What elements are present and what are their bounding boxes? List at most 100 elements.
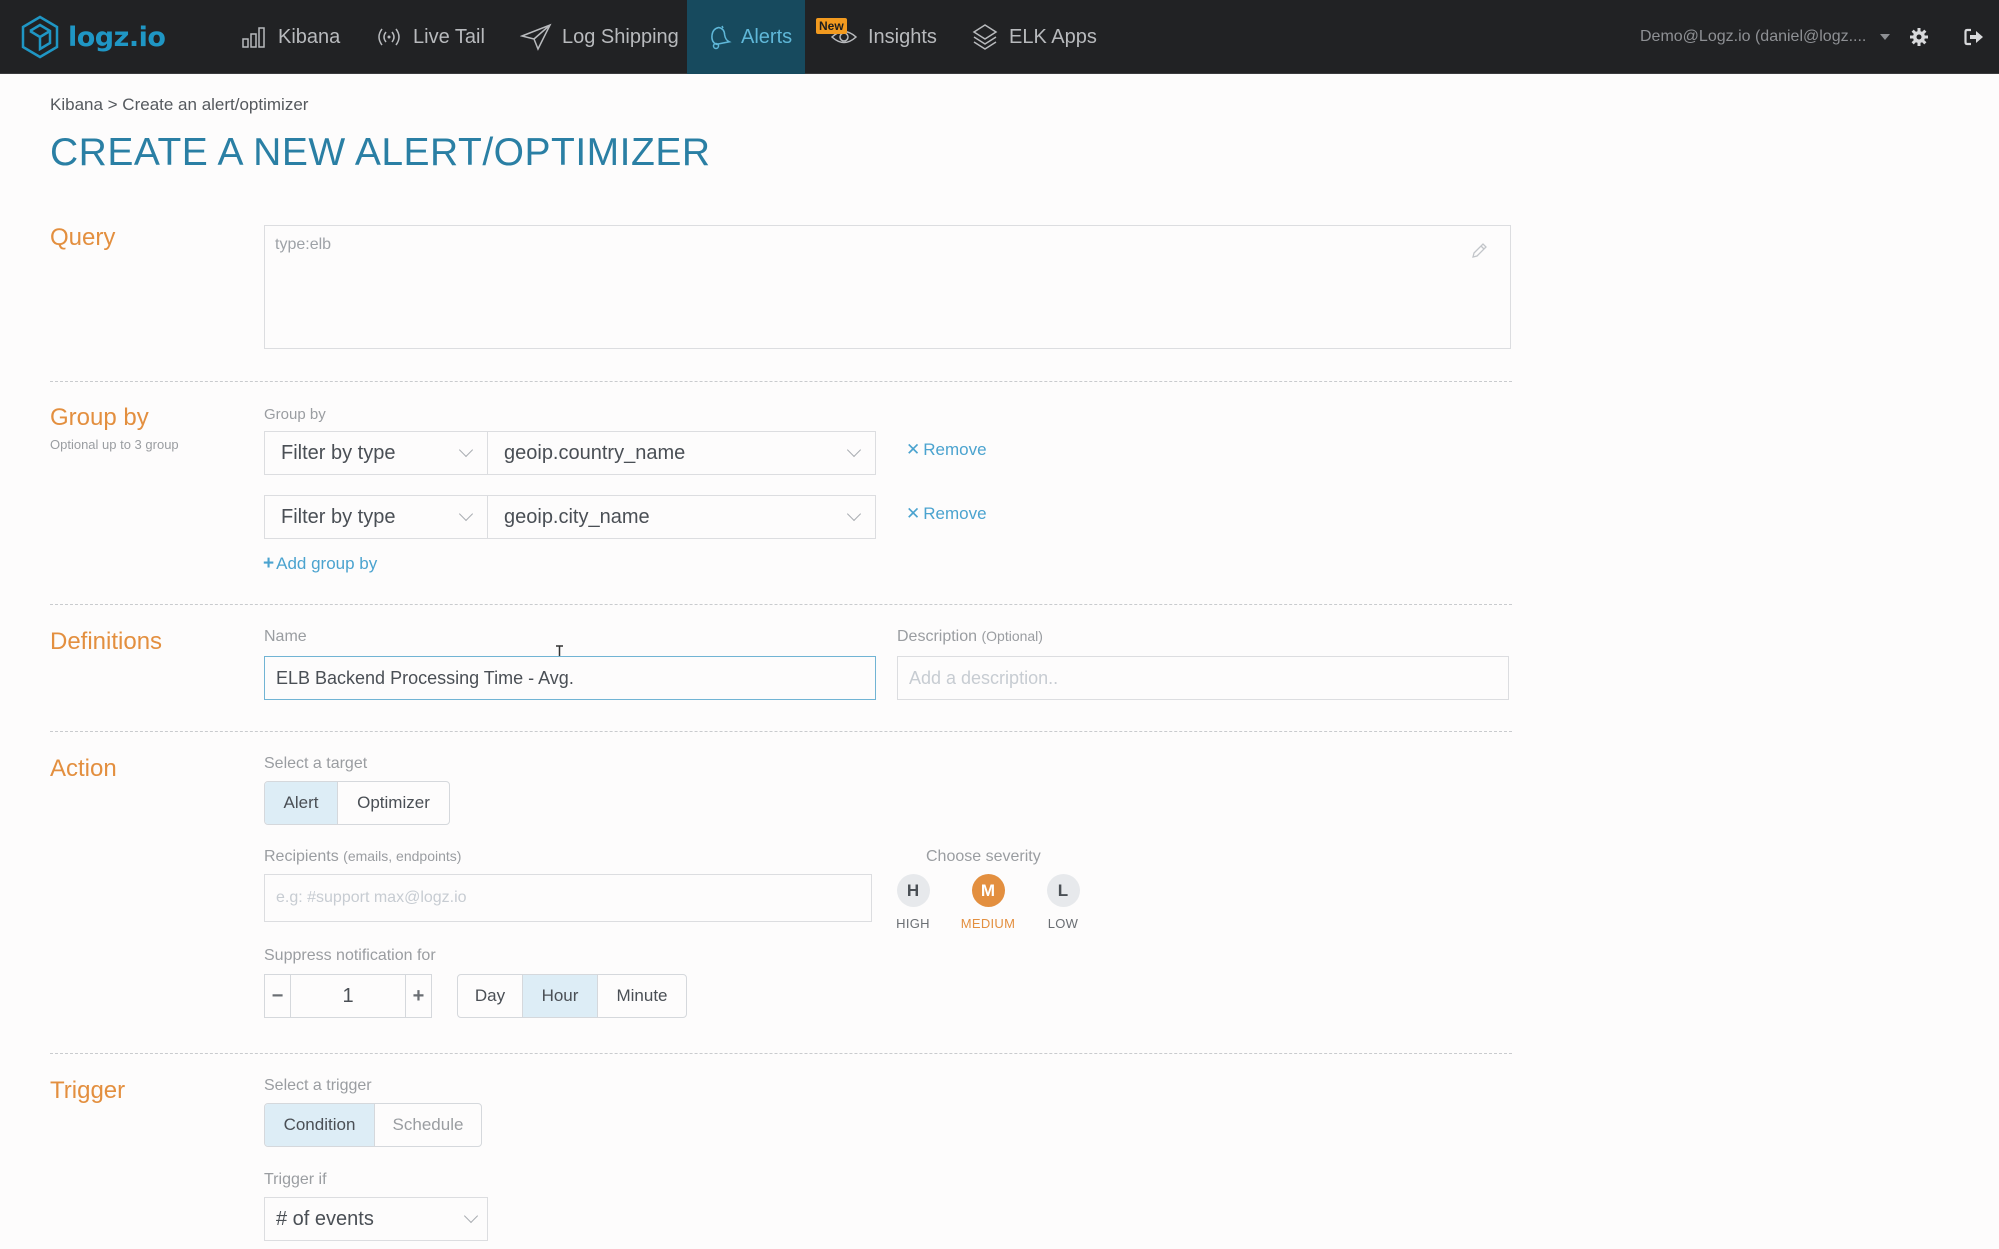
target-optimizer-button[interactable]: Optimizer <box>338 782 449 824</box>
nav-item-log-shipping[interactable]: Log Shipping <box>520 0 679 74</box>
query-editor[interactable]: type:elb <box>264 225 1511 349</box>
layers-icon <box>971 23 999 51</box>
user-label: Demo@Logz.io (daniel@logz.... <box>1640 28 1867 45</box>
nav-label: Alerts <box>741 25 793 48</box>
group-type-select-2[interactable]: Filter by type <box>264 495 488 539</box>
remove-group-button-1[interactable]: ✕ Remove <box>906 440 987 460</box>
close-icon: ✕ <box>906 440 921 459</box>
nav-label: Insights <box>868 25 937 48</box>
top-navbar: logz.io Kibana Live Tail Log Shipping Al… <box>0 0 1999 74</box>
logo-text: logz.io <box>68 21 166 53</box>
group-field-select-2[interactable]: geoip.city_name <box>487 495 876 539</box>
unit-minute-button[interactable]: Minute <box>598 975 686 1017</box>
section-label-group-by: Group by <box>50 404 149 431</box>
trigger-condition-button[interactable]: Condition <box>265 1104 375 1146</box>
broadcast-icon <box>375 23 403 51</box>
nav-item-kibana[interactable]: Kibana <box>240 0 340 74</box>
chevron-down-icon <box>458 442 474 458</box>
logo[interactable]: logz.io <box>20 14 166 60</box>
bell-icon <box>705 23 733 51</box>
remove-group-button-2[interactable]: ✕ Remove <box>906 504 987 524</box>
select-value: Filter by type <box>281 505 396 528</box>
section-label-query: Query <box>50 224 116 251</box>
trigger-if-select[interactable]: # of events <box>264 1197 488 1241</box>
suppress-value-input[interactable]: 1 <box>290 975 406 1017</box>
add-group-by-button[interactable]: + Add group by <box>263 553 377 575</box>
description-input[interactable]: Add a description.. <box>897 656 1509 700</box>
logout-icon <box>1964 28 1983 46</box>
group-type-select-1[interactable]: Filter by type <box>264 431 488 475</box>
query-text: type:elb <box>275 236 332 253</box>
target-selector: Alert Optimizer <box>264 781 450 825</box>
increment-button[interactable]: + <box>406 975 431 1017</box>
suppress-label: Suppress notification for <box>264 947 436 964</box>
paper-plane-icon <box>520 23 552 51</box>
input-placeholder: e.g: #support max@logz.io <box>276 889 467 906</box>
nav-item-insights[interactable]: Insights <box>830 0 937 74</box>
chevron-down-icon <box>463 1208 479 1224</box>
logout-button[interactable] <box>1961 24 1987 50</box>
section-label-definitions: Definitions <box>50 628 163 655</box>
group-field-select-1[interactable]: geoip.country_name <box>487 431 876 475</box>
remove-label: Remove <box>923 504 987 523</box>
severity-label-text: LOW <box>1047 916 1079 931</box>
text-cursor-icon <box>556 645 563 656</box>
select-value: geoip.city_name <box>504 505 650 528</box>
select-value: Filter by type <box>281 441 396 464</box>
severity-circle: M <box>971 874 1005 907</box>
edit-query-button[interactable] <box>1470 242 1488 265</box>
settings-button[interactable] <box>1906 24 1932 50</box>
chevron-down-icon <box>458 506 474 522</box>
target-alert-button[interactable]: Alert <box>265 782 338 824</box>
suppress-unit-selector: Day Hour Minute <box>457 974 687 1018</box>
bar-chart-icon <box>240 23 268 51</box>
severity-low[interactable]: L LOW <box>1028 874 1098 931</box>
select-value: geoip.country_name <box>504 441 686 464</box>
name-label: Name <box>264 628 307 645</box>
severity-circle: H <box>896 874 930 907</box>
severity-circle: L <box>1046 874 1080 907</box>
optional-hint: (Optional) <box>981 628 1043 644</box>
nav-item-live-tail[interactable]: Live Tail <box>375 0 485 74</box>
select-value: # of events <box>276 1207 374 1230</box>
suppress-stepper: − 1 + <box>264 974 432 1018</box>
section-label-trigger: Trigger <box>50 1077 126 1104</box>
nav-label: Live Tail <box>413 25 485 48</box>
section-divider <box>50 381 1512 382</box>
severity-medium[interactable]: M MEDIUM <box>953 874 1023 931</box>
alert-name-input[interactable]: ELB Backend Processing Time - Avg. <box>264 656 876 700</box>
user-menu[interactable]: Demo@Logz.io (daniel@logz.... <box>1640 0 1891 74</box>
unit-day-button[interactable]: Day <box>458 975 523 1017</box>
target-label: Select a target <box>264 755 368 772</box>
section-label-action: Action <box>50 755 117 782</box>
input-value: ELB Backend Processing Time - Avg. <box>276 667 574 688</box>
nav-label: ELK Apps <box>1009 25 1097 48</box>
pencil-icon <box>1472 243 1487 258</box>
nav-label: Log Shipping <box>562 25 679 48</box>
description-label-text: Description <box>897 628 978 645</box>
decrement-button[interactable]: − <box>265 975 290 1017</box>
breadcrumb: Kibana > Create an alert/optimizer <box>50 95 309 114</box>
recipients-label: Recipients (emails, endpoints) <box>264 848 461 866</box>
trigger-schedule-button[interactable]: Schedule <box>375 1104 481 1146</box>
trigger-if-label: Trigger if <box>264 1171 327 1188</box>
nav-label: Kibana <box>278 25 341 48</box>
logo-cube-icon <box>21 15 59 59</box>
recipients-input[interactable]: e.g: #support max@logz.io <box>264 874 872 922</box>
close-icon: ✕ <box>906 504 921 523</box>
new-badge: New <box>816 18 847 34</box>
description-label: Description (Optional) <box>897 628 1043 646</box>
nav-item-alerts[interactable]: Alerts <box>687 0 805 74</box>
severity-label-text: HIGH <box>896 916 930 931</box>
severity-label-text: MEDIUM <box>960 916 1016 931</box>
severity-high[interactable]: H HIGH <box>878 874 948 931</box>
chevron-down-icon <box>846 506 862 522</box>
unit-hour-button[interactable]: Hour <box>523 975 598 1017</box>
caret-down-icon <box>1880 34 1891 40</box>
trigger-select-label: Select a trigger <box>264 1077 372 1094</box>
nav-item-elk-apps[interactable]: ELK Apps <box>971 0 1097 74</box>
remove-label: Remove <box>923 440 987 459</box>
add-group-by-label: Add group by <box>276 554 378 573</box>
chevron-down-icon <box>846 442 862 458</box>
plus-icon: + <box>263 553 275 574</box>
